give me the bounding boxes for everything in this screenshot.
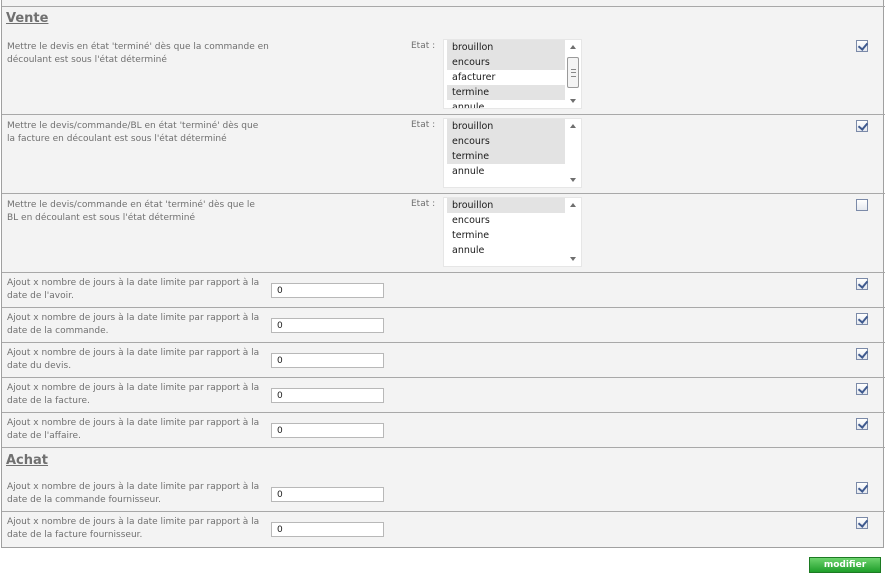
status-rule-2-description: Mettre le devis/commande/BL en état 'ter… (7, 121, 259, 144)
days-facture-input[interactable] (271, 388, 384, 403)
days-commande-fournisseur-checkbox[interactable] (856, 482, 868, 494)
days-commande-fournisseur-input[interactable] (271, 487, 384, 502)
days-avoir-checkbox[interactable] (856, 278, 868, 290)
scroll-thumb[interactable] (567, 57, 579, 88)
state-option-annule[interactable]: annule (447, 100, 567, 108)
days-avoir-input[interactable] (271, 283, 384, 298)
scroll-up-arrow-icon[interactable] (570, 45, 576, 49)
days-devis-input[interactable] (271, 353, 384, 368)
state-option-termine[interactable]: termine (447, 85, 567, 100)
scroll-down-arrow-icon[interactable] (570, 99, 576, 103)
row-divider (2, 342, 885, 343)
state-option-brouillon[interactable]: brouillon (447, 40, 567, 55)
status-rule-1-etat-label: Etat : (411, 41, 436, 51)
row-divider (2, 193, 885, 194)
row-divider (2, 511, 885, 512)
status-rule-3-state-listbox[interactable]: brouillon encours termine annule (443, 197, 582, 267)
row-divider (2, 114, 885, 115)
row-divider (2, 412, 885, 413)
state-option-termine[interactable]: termine (447, 228, 567, 243)
state-option-brouillon[interactable]: brouillon (447, 198, 567, 213)
scroll-up-arrow-icon[interactable] (570, 203, 576, 207)
section-title-vente: Vente (6, 11, 49, 26)
days-commande-checkbox[interactable] (856, 313, 868, 325)
row-divider (2, 307, 885, 308)
row-divider (2, 272, 885, 273)
modifier-button[interactable]: modifier (809, 557, 881, 573)
state-option-encours[interactable]: encours (447, 55, 567, 70)
status-rule-1-checkbox[interactable] (856, 40, 868, 52)
state-option-annule[interactable]: annule (447, 164, 567, 179)
section-title-achat: Achat (6, 453, 49, 468)
days-affaire-description: Ajout x nombre de jours à la date limite… (7, 418, 260, 441)
days-facture-fournisseur-description: Ajout x nombre de jours à la date limite… (7, 517, 260, 540)
days-facture-description: Ajout x nombre de jours à la date limite… (7, 383, 260, 406)
status-rule-2-etat-label: Etat : (411, 120, 436, 130)
listbox-scrollbar[interactable] (565, 40, 581, 108)
days-facture-checkbox[interactable] (856, 383, 868, 395)
status-rule-1-state-listbox[interactable]: brouillon encours afacturer termine annu… (443, 39, 582, 109)
state-option-annule[interactable]: annule (447, 243, 567, 258)
section-divider (2, 447, 885, 448)
status-rule-3-checkbox[interactable] (856, 199, 868, 211)
scroll-down-arrow-icon[interactable] (570, 257, 576, 261)
listbox-scrollbar[interactable] (565, 119, 581, 187)
scroll-up-arrow-icon[interactable] (570, 124, 576, 128)
days-avoir-description: Ajout x nombre de jours à la date limite… (7, 278, 260, 301)
days-facture-fournisseur-input[interactable] (271, 522, 384, 537)
row-divider (2, 377, 885, 378)
settings-panel: Vente Mettre le devis en état 'terminé' … (1, 0, 885, 548)
listbox-scrollbar[interactable] (565, 198, 581, 266)
state-option-termine[interactable]: termine (447, 149, 567, 164)
status-rule-3-etat-label: Etat : (411, 199, 436, 209)
status-rule-1-description: Mettre le devis en état 'terminé' dès qu… (7, 42, 269, 65)
days-commande-input[interactable] (271, 318, 384, 333)
status-rule-2-checkbox[interactable] (856, 120, 868, 132)
scroll-down-arrow-icon[interactable] (570, 178, 576, 182)
days-devis-checkbox[interactable] (856, 348, 868, 360)
state-option-afacturer[interactable]: afacturer (447, 70, 567, 85)
days-commande-description: Ajout x nombre de jours à la date limite… (7, 313, 260, 336)
state-option-brouillon[interactable]: brouillon (447, 119, 567, 134)
days-affaire-input[interactable] (271, 423, 384, 438)
state-option-encours[interactable]: encours (447, 134, 567, 149)
top-divider (2, 6, 885, 7)
days-commande-fournisseur-description: Ajout x nombre de jours à la date limite… (7, 482, 260, 505)
status-rule-2-state-listbox[interactable]: brouillon encours termine annule (443, 118, 582, 188)
status-rule-3-description: Mettre le devis/commande en état 'termin… (7, 200, 255, 223)
days-devis-description: Ajout x nombre de jours à la date limite… (7, 348, 260, 371)
days-affaire-checkbox[interactable] (856, 418, 868, 430)
days-facture-fournisseur-checkbox[interactable] (856, 517, 868, 529)
state-option-encours[interactable]: encours (447, 213, 567, 228)
